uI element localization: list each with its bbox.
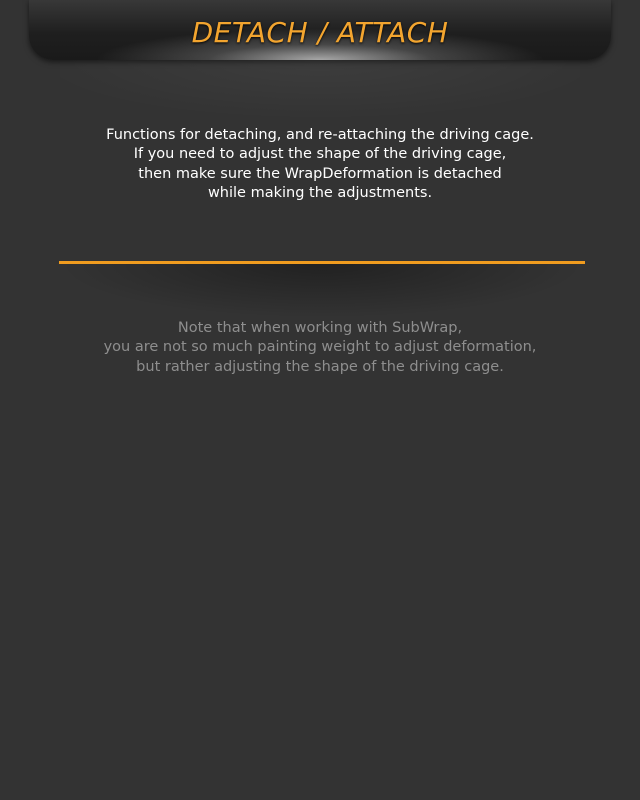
header-banner: DETACH / ATTACH xyxy=(29,0,611,60)
description-line: then make sure the WrapDeformation is de… xyxy=(138,165,502,182)
note-text: Note that when working with SubWrap, you… xyxy=(40,319,600,377)
note-line: you are not so much painting weight to a… xyxy=(103,339,537,356)
description-line: If you need to adjust the shape of the d… xyxy=(133,146,507,163)
description-text: Functions for detaching, and re-attachin… xyxy=(40,126,600,203)
divider-shadow xyxy=(59,264,585,318)
description-line: Functions for detaching, and re-attachin… xyxy=(106,127,534,143)
description-line: while making the adjustments. xyxy=(207,184,433,201)
note-line: but rather adjusting the shape of the dr… xyxy=(136,358,504,375)
header-glow xyxy=(60,60,580,120)
page-title: DETACH / ATTACH xyxy=(191,16,449,49)
note-line: Note that when working with SubWrap, xyxy=(177,320,463,336)
